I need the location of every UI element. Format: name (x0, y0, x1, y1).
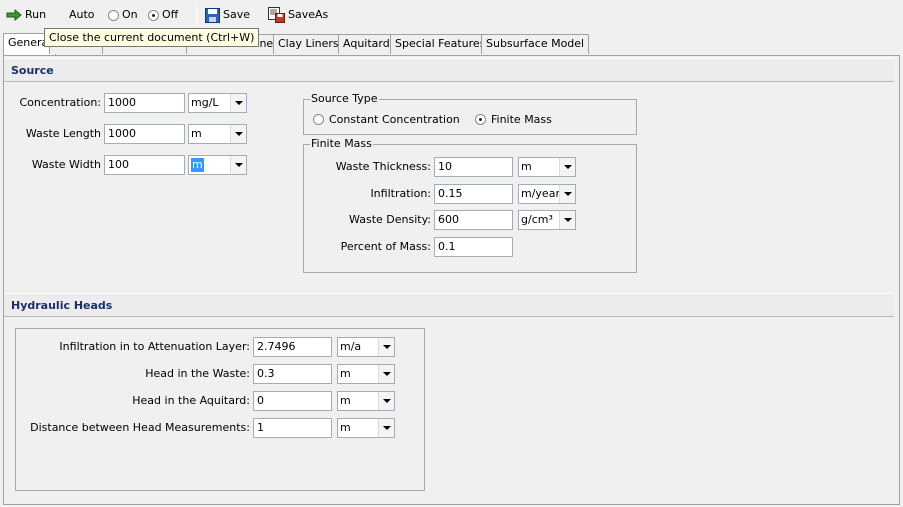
chevron-down-icon[interactable] (559, 211, 575, 229)
head-in-waste-label: Head in the Waste: (145, 367, 250, 380)
chevron-down-icon[interactable] (230, 94, 246, 112)
tab-aquitard[interactable]: Aquitard (338, 34, 395, 54)
saveas-button[interactable]: SaveAs (268, 6, 328, 24)
select-value: m (340, 394, 351, 407)
head-in-waste-input[interactable]: 0.3 (253, 364, 332, 384)
hydraulic-heads-group: Infiltration in to Attenuation Layer: 2.… (15, 328, 425, 491)
run-label: Run (25, 8, 47, 21)
tab-label: Clay Liners (278, 37, 339, 50)
select-value: m (191, 127, 202, 140)
run-arrow-icon (6, 9, 22, 21)
infiltration-attenuation-label: Infiltration in to Attenuation Layer: (59, 340, 250, 353)
waste-density-unit-select[interactable]: g/cm³ (518, 210, 576, 230)
head-in-aquitard-unit-select[interactable]: m (337, 391, 395, 411)
save-label: Save (223, 8, 251, 21)
chevron-down-icon[interactable] (378, 419, 394, 437)
chevron-down-icon[interactable] (559, 185, 575, 203)
radio-icon (108, 9, 119, 21)
distance-between-heads-unit-select[interactable]: m (337, 418, 395, 438)
distance-between-heads-label: Distance between Head Measurements: (30, 421, 250, 434)
tab-label: Aquitard (343, 37, 390, 50)
waste-density-label: Waste Density: (349, 213, 431, 226)
auto-label: Auto (69, 6, 95, 24)
constant-concentration-label: Constant Concentration (329, 113, 460, 126)
run-button[interactable]: Run (6, 6, 46, 24)
head-in-aquitard-input[interactable]: 0 (253, 391, 332, 411)
radio-selected-icon (475, 114, 486, 125)
concentration-label: Concentration: (19, 96, 101, 109)
infiltration-unit-select[interactable]: m/year (518, 184, 576, 204)
select-value: m (340, 421, 351, 434)
percent-of-mass-label: Percent of Mass: (340, 240, 431, 253)
content-panel: Source Concentration: 1000 mg/L Waste Le… (3, 55, 900, 505)
constant-concentration-radio[interactable]: Constant Concentration (313, 113, 460, 126)
off-label: Off (162, 8, 179, 21)
save-as-icon (268, 7, 285, 23)
chevron-down-icon[interactable] (230, 125, 246, 143)
waste-thickness-unit-select[interactable]: m (518, 157, 576, 177)
toolbar: Run Auto On Off Save SaveAs (0, 0, 903, 30)
tab-label: Special Features (395, 37, 486, 50)
select-value: g/cm³ (521, 213, 553, 226)
chevron-down-icon[interactable] (378, 365, 394, 383)
radio-selected-icon (148, 9, 159, 21)
waste-length-input[interactable]: 1000 (104, 124, 185, 144)
select-value: m/a (340, 340, 362, 353)
toolbar-separator (196, 5, 197, 25)
percent-of-mass-input[interactable]: 0.1 (434, 237, 513, 257)
save-button[interactable]: Save (205, 6, 250, 24)
waste-thickness-label: Waste Thickness: (335, 160, 431, 173)
tab-clay-liners[interactable]: Clay Liners (273, 34, 344, 54)
auto-on-radio[interactable]: On (108, 6, 138, 24)
infiltration-attenuation-input[interactable]: 2.7496 (253, 337, 332, 357)
chevron-down-icon[interactable] (378, 338, 394, 356)
saveas-label: SaveAs (288, 8, 329, 21)
floppy-disk-icon (205, 7, 220, 23)
finite-mass-group: Finite Mass Waste Thickness: 10 m Infilt… (303, 137, 637, 273)
tab-special-features[interactable]: Special Features (390, 34, 491, 54)
tab-subsurface-model[interactable]: Subsurface Model (481, 34, 590, 54)
chevron-down-icon[interactable] (230, 156, 246, 174)
finite-mass-label: Finite Mass (491, 113, 552, 126)
infiltration-input[interactable]: 0.15 (434, 184, 513, 204)
hydraulic-heads-section-header: Hydraulic Heads (4, 293, 894, 317)
waste-width-input[interactable]: 100 (104, 155, 185, 175)
waste-width-label: Waste Width (31, 158, 101, 171)
head-in-aquitard-label: Head in the Aquitard: (132, 394, 250, 407)
select-value: mg/L (191, 96, 219, 109)
infiltration-attenuation-unit-select[interactable]: m/a (337, 337, 395, 357)
select-value: m (521, 160, 532, 173)
waste-width-unit-select[interactable]: m (188, 155, 247, 175)
source-type-title: Source Type (310, 92, 379, 106)
concentration-input[interactable]: 1000 (104, 93, 185, 113)
finite-mass-radio[interactable]: Finite Mass (475, 113, 552, 126)
source-type-group: Source Type Constant Concentration Finit… (303, 92, 637, 135)
infiltration-label: Infiltration: (370, 187, 431, 200)
auto-off-radio[interactable]: Off (148, 6, 178, 24)
distance-between-heads-input[interactable]: 1 (253, 418, 332, 438)
radio-icon (313, 114, 324, 125)
select-value: m (191, 158, 204, 172)
chevron-down-icon[interactable] (559, 158, 575, 176)
select-value: m (340, 367, 351, 380)
finite-mass-title: Finite Mass (310, 137, 373, 151)
select-value: m/year (521, 187, 560, 200)
waste-length-unit-select[interactable]: m (188, 124, 247, 144)
head-in-waste-unit-select[interactable]: m (337, 364, 395, 384)
concentration-unit-select[interactable]: mg/L (188, 93, 247, 113)
chevron-down-icon[interactable] (378, 392, 394, 410)
waste-thickness-input[interactable]: 10 (434, 157, 513, 177)
waste-length-label: Waste Length (25, 127, 101, 140)
tooltip: Close the current document (Ctrl+W) (44, 28, 260, 47)
auto-text: Auto (69, 8, 95, 21)
waste-density-input[interactable]: 600 (434, 210, 513, 230)
tab-label: Subsurface Model (486, 37, 585, 50)
on-label: On (122, 8, 138, 21)
source-section-header: Source (4, 58, 894, 82)
